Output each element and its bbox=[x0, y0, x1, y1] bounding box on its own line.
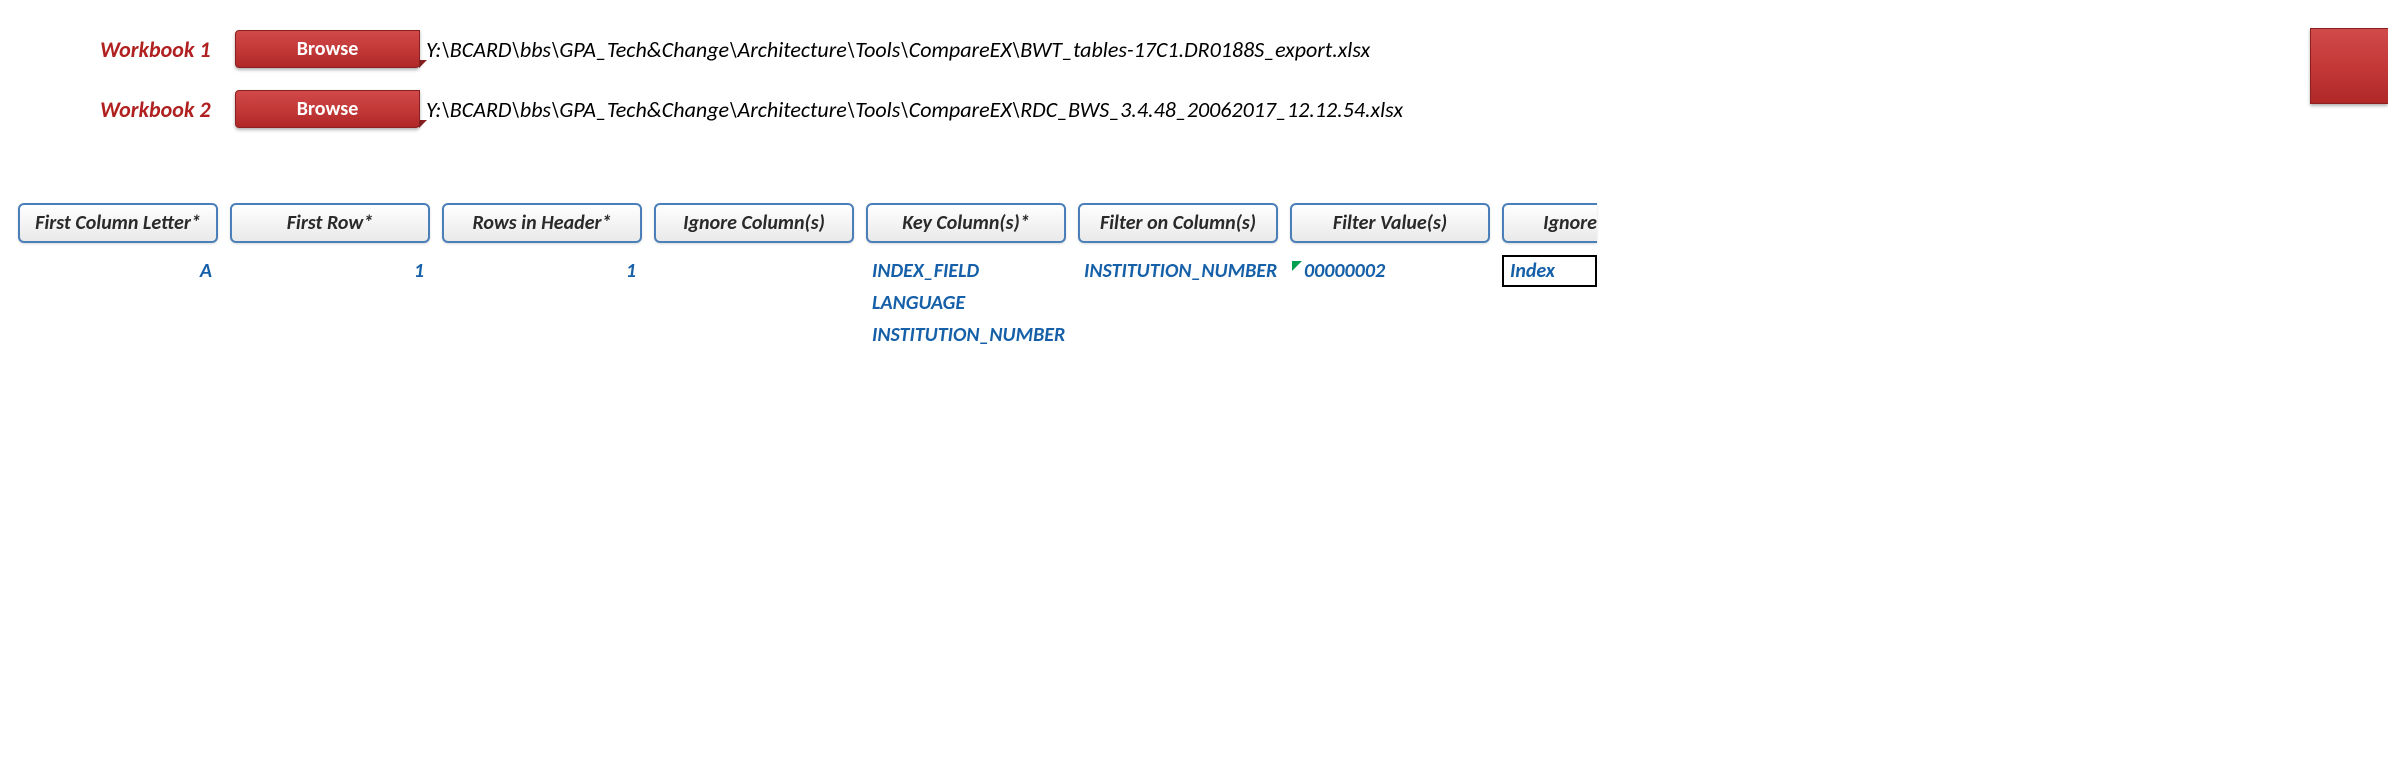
value-ignore-partial-text: Index bbox=[1510, 259, 1555, 283]
value-key-columns-1[interactable]: INDEX_FIELD bbox=[866, 259, 1066, 283]
action-button[interactable] bbox=[2310, 28, 2388, 104]
header-rows-in-header[interactable]: Rows in Header* bbox=[442, 203, 642, 243]
workbook-2-row: Workbook 2 Browse Y:\BCARD\bbs\GPA_Tech&… bbox=[100, 90, 2388, 128]
col-rows-in-header: Rows in Header* 1 bbox=[442, 203, 642, 355]
value-filter-on-columns[interactable]: INSTITUTION_NUMBER bbox=[1078, 259, 1278, 283]
browse-button-1[interactable]: Browse bbox=[235, 30, 420, 68]
workbook-2-path: Y:\BCARD\bbs\GPA_Tech&Change\Architectur… bbox=[426, 96, 1403, 123]
value-first-row[interactable]: 1 bbox=[230, 259, 430, 283]
workbook-1-path: Y:\BCARD\bbs\GPA_Tech&Change\Architectur… bbox=[426, 36, 1370, 63]
header-filter-on-columns[interactable]: Filter on Column(s) bbox=[1078, 203, 1278, 243]
value-key-columns-2[interactable]: LANGUAGE bbox=[866, 291, 1066, 315]
header-first-column-letter[interactable]: First Column Letter* bbox=[18, 203, 218, 243]
col-first-row: First Row* 1 bbox=[230, 203, 430, 355]
header-ignore-columns[interactable]: Ignore Column(s) bbox=[654, 203, 854, 243]
header-ignore-partial[interactable]: Ignore bbox=[1502, 203, 1597, 243]
workbook-1-row: Workbook 1 Browse Y:\BCARD\bbs\GPA_Tech&… bbox=[100, 30, 2388, 68]
col-filter-on-columns: Filter on Column(s) INSTITUTION_NUMBER bbox=[1078, 203, 1278, 355]
browse-button-1-text: Browse bbox=[297, 37, 359, 61]
value-first-column-letter[interactable]: A bbox=[18, 259, 218, 283]
col-ignore-partial: Ignore Index bbox=[1502, 203, 1597, 355]
columns-section: First Column Letter* A First Row* 1 Rows… bbox=[0, 203, 2388, 355]
header-key-columns[interactable]: Key Column(s)* bbox=[866, 203, 1066, 243]
col-key-columns: Key Column(s)* INDEX_FIELD LANGUAGE INST… bbox=[866, 203, 1066, 355]
workbook-2-label: Workbook 2 bbox=[100, 96, 235, 123]
value-filter-values-text: 00000002 bbox=[1304, 259, 1385, 283]
browse-button-2-text: Browse bbox=[297, 97, 359, 121]
browse-button-2[interactable]: Browse bbox=[235, 90, 420, 128]
col-ignore-columns: Ignore Column(s) bbox=[654, 203, 854, 355]
cell-marker-icon bbox=[1292, 261, 1302, 271]
header-filter-values[interactable]: Filter Value(s) bbox=[1290, 203, 1490, 243]
col-filter-values: Filter Value(s) 00000002 bbox=[1290, 203, 1490, 355]
col-first-column-letter: First Column Letter* A bbox=[18, 203, 218, 355]
value-ignore-partial-cell[interactable]: Index bbox=[1502, 255, 1597, 287]
value-filter-values[interactable]: 00000002 bbox=[1290, 259, 1490, 283]
value-rows-in-header[interactable]: 1 bbox=[442, 259, 642, 283]
workbook-section: Workbook 1 Browse Y:\BCARD\bbs\GPA_Tech&… bbox=[0, 0, 2388, 128]
header-first-row[interactable]: First Row* bbox=[230, 203, 430, 243]
workbook-1-label: Workbook 1 bbox=[100, 36, 235, 63]
value-key-columns-3[interactable]: INSTITUTION_NUMBER bbox=[866, 323, 1066, 347]
